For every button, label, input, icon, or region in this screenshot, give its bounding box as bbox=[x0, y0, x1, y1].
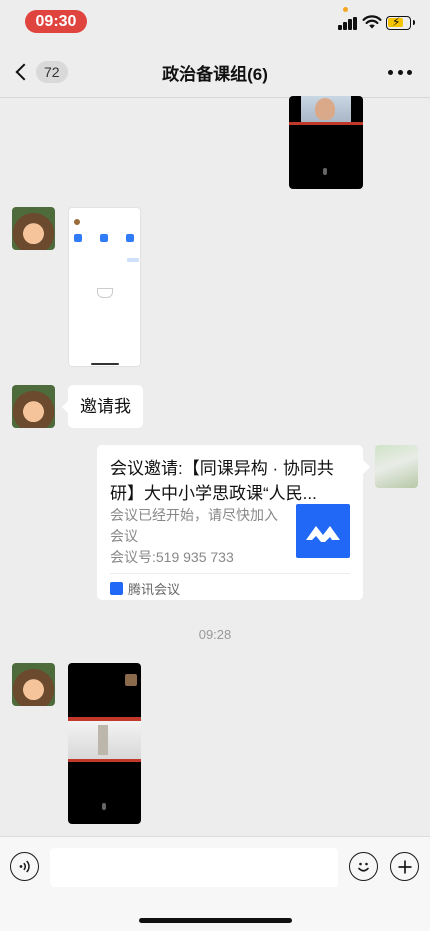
emoji-button[interactable] bbox=[349, 852, 378, 881]
meeting-id: 会议号:519 935 733 bbox=[110, 549, 234, 565]
sender-avatar[interactable] bbox=[12, 663, 55, 706]
meeting-card-title: 会议邀请:【同课异构 · 协同共研】大中小学思政课“人民... bbox=[110, 459, 334, 503]
my-avatar[interactable] bbox=[375, 445, 418, 488]
more-dots-icon bbox=[388, 70, 393, 75]
message-timestamp: 09:28 bbox=[198, 627, 232, 642]
more-options-button[interactable] bbox=[388, 70, 412, 76]
sender-avatar[interactable] bbox=[12, 207, 55, 250]
meeting-invite-card[interactable]: 会议邀请:【同课异构 · 协同共研】大中小学思政课“人民... 会议已经开始，请… bbox=[97, 445, 363, 600]
battery-icon: ⚡ bbox=[386, 15, 415, 30]
privacy-indicator-dot bbox=[343, 7, 348, 12]
voice-input-button[interactable] bbox=[10, 852, 39, 881]
tencent-meeting-logo-icon bbox=[296, 504, 350, 558]
sender-avatar[interactable] bbox=[12, 385, 55, 428]
image-message-video-screenshot[interactable] bbox=[68, 663, 141, 824]
card-source-label: 腾讯会议 bbox=[128, 582, 181, 597]
more-functions-button[interactable] bbox=[390, 852, 419, 881]
status-time[interactable]: 09:30 bbox=[25, 10, 87, 33]
card-divider bbox=[110, 573, 350, 574]
tencent-meeting-mini-icon bbox=[110, 582, 123, 595]
message-text-input[interactable] bbox=[50, 848, 338, 887]
wifi-icon bbox=[362, 15, 382, 29]
chat-header: 72 政治备课组(6) bbox=[0, 46, 430, 98]
meeting-card-description: 会议已经开始，请尽快加入会议 会议号:519 935 733 bbox=[110, 505, 280, 568]
home-indicator[interactable] bbox=[139, 918, 292, 923]
text-message-bubble[interactable]: 邀请我 bbox=[68, 385, 143, 428]
card-source: 腾讯会议 bbox=[110, 579, 180, 598]
plus-icon bbox=[398, 860, 411, 873]
cellular-signal-icon bbox=[338, 17, 358, 30]
image-message-video-call-screenshot[interactable] bbox=[289, 96, 363, 189]
voice-wave-icon bbox=[19, 860, 30, 873]
message-input-bar bbox=[0, 836, 430, 931]
status-bar: 09:30 ⚡ bbox=[0, 0, 430, 46]
chat-title: 政治备课组(6) bbox=[162, 65, 268, 84]
image-message-app-screenshot[interactable] bbox=[68, 207, 141, 367]
smiley-icon bbox=[358, 862, 369, 872]
